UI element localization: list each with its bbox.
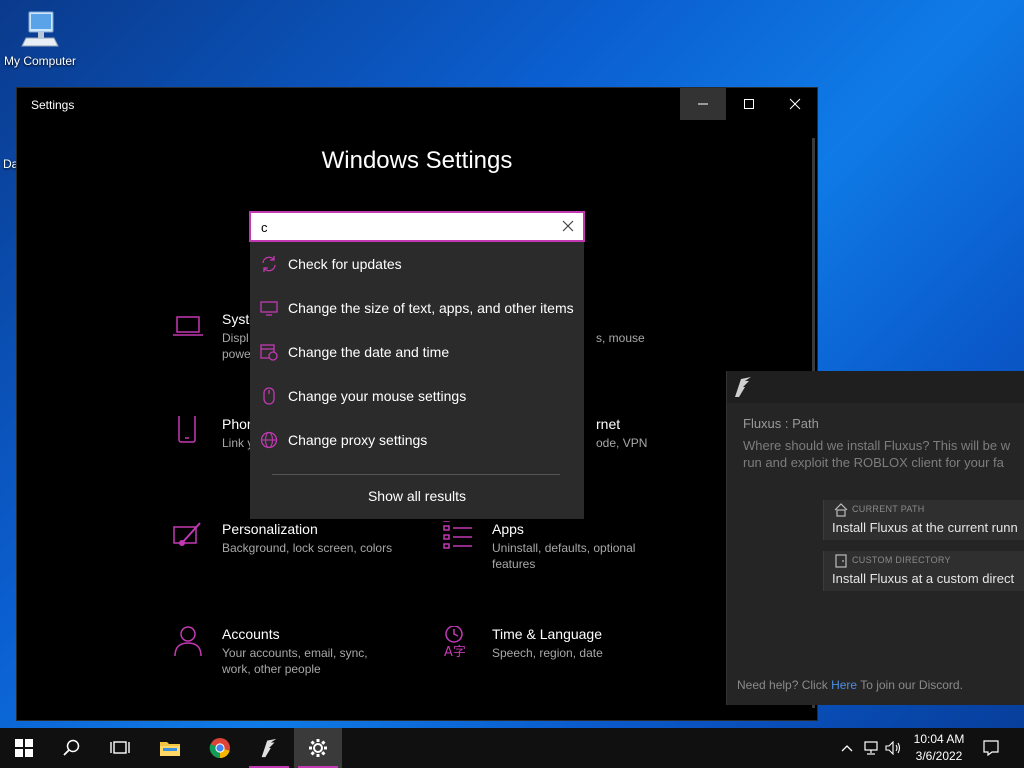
gear-icon [309,739,327,757]
paintbrush-icon [172,521,206,555]
search-input[interactable] [261,218,551,236]
network-icon [864,741,878,755]
fluxus-logo-icon [735,377,751,397]
sync-icon [260,255,278,273]
chevron-up-icon [841,745,853,752]
option-caption: CUSTOM DIRECTORY [852,555,951,565]
close-icon [562,220,574,232]
search-result-label: Change the size of text, apps, and other… [288,300,574,316]
option-label: Install Fluxus at a custom direct [832,571,1015,586]
help-suffix: To join our Discord. [860,678,963,692]
fluxus-titlebar[interactable] [727,371,1024,403]
search-box[interactable] [249,211,585,242]
settings-taskbar-button[interactable] [294,728,342,768]
chrome-button[interactable] [196,728,244,768]
search-icon [63,739,80,756]
display-icon [260,299,278,317]
taskbar-search-button[interactable] [48,728,96,768]
start-button[interactable] [0,728,48,768]
globe-icon [260,431,278,449]
option-caption: CURRENT PATH [852,504,925,514]
desktop-icon-label: My Computer [3,54,77,68]
close-button[interactable] [772,88,818,120]
search-result-label: Change proxy settings [288,432,428,448]
fluxus-desc-line: run and exploit the ROBLOX client for yo… [743,455,1004,470]
computer-icon [20,8,60,52]
close-icon [789,98,801,110]
fluxus-desc-line: Where should we install Fluxus? This wil… [743,438,1011,453]
windows-logo-icon [15,739,33,757]
task-view-icon [110,741,130,754]
clock-date: 3/6/2022 [915,749,963,763]
help-prefix: Need help? Click [737,678,828,692]
folder-icon [160,742,180,756]
search-result-item[interactable]: Change proxy settings [250,418,584,462]
search-result-label: Change your mouse settings [288,388,467,404]
taskbar-clock[interactable]: 10:04 AM 3/6/2022 [905,731,973,765]
search-result-label: Check for updates [288,256,402,272]
clear-search-button[interactable] [559,217,577,235]
svg-text:A字: A字 [444,645,466,660]
file-explorer-button[interactable] [146,728,194,768]
search-results-dropdown: Check for updates Change the size of tex… [250,242,584,519]
search-result-item[interactable]: Check for updates [250,242,584,286]
help-text: Need help? Click Here To join our Discor… [737,678,963,692]
time-language-icon: A字 [442,625,476,660]
window-title: Settings [31,98,75,112]
apps-list-icon [442,516,476,555]
taskbar: 10:04 AM 3/6/2022 [0,728,1024,768]
phone-icon [172,413,206,450]
search-result-label: Change the date and time [288,344,450,360]
speaker-icon [885,741,901,755]
volume-button[interactable] [884,728,904,768]
tile-desc: Your accounts, email, sync, work, other … [222,646,368,676]
minimize-icon [698,103,708,105]
calendar-clock-icon [260,343,278,361]
custom-directory-option[interactable]: CUSTOM DIRECTORY Install Fluxus at a cus… [823,551,1024,591]
tile-title: Accounts [222,626,280,642]
show-all-results-link[interactable]: Show all results [250,488,584,504]
network-button[interactable] [860,728,882,768]
search-result-item[interactable]: Change the date and time [250,330,584,374]
tile-desc: s, mouse [596,331,645,345]
tile-desc: Background, lock screen, colors [222,541,393,555]
fluxus-title: Fluxus : Path [743,416,819,431]
search-result-item[interactable]: Change the size of text, apps, and other… [250,286,584,330]
page-title: Windows Settings [321,147,513,174]
fluxus-window: Fluxus : Path Where should we install Fl… [726,371,1024,705]
fluxus-logo-icon [261,738,277,758]
notification-icon [983,740,999,756]
maximize-icon [744,99,754,109]
clock-time: 10:04 AM [913,732,965,746]
tile-title: Personalization [222,521,318,537]
divider [272,474,560,475]
mouse-icon [260,387,278,405]
laptop-icon [172,311,206,345]
current-path-option[interactable]: CURRENT PATH Install Fluxus at the curre… [823,500,1024,540]
my-computer-desktop-icon[interactable]: My Computer [2,8,78,68]
minimize-button[interactable] [680,88,726,120]
fluxus-description: Where should we install Fluxus? This wil… [743,437,1024,471]
person-icon [172,626,206,660]
show-hidden-icons-button[interactable] [838,728,856,768]
chrome-icon [209,738,230,759]
settings-titlebar[interactable]: Settings [17,88,817,122]
action-center-button[interactable] [978,728,1004,768]
tile-desc: Speech, region, date [492,646,603,660]
home-icon [834,503,848,517]
tile-title: Apps [492,521,524,537]
door-icon [834,554,848,568]
option-label: Install Fluxus at the current runn [832,520,1018,535]
maximize-button[interactable] [726,88,772,120]
fluxus-taskbar-button[interactable] [245,728,293,768]
tile-title: Phor [222,416,252,432]
tile-title: rnet [596,416,621,432]
task-view-button[interactable] [96,728,144,768]
tile-desc: Uninstall, defaults, optional features [492,541,636,571]
discord-link[interactable]: Here [831,678,857,692]
search-result-item[interactable]: Change your mouse settings [250,374,584,418]
tile-title: Time & Language [492,626,602,642]
